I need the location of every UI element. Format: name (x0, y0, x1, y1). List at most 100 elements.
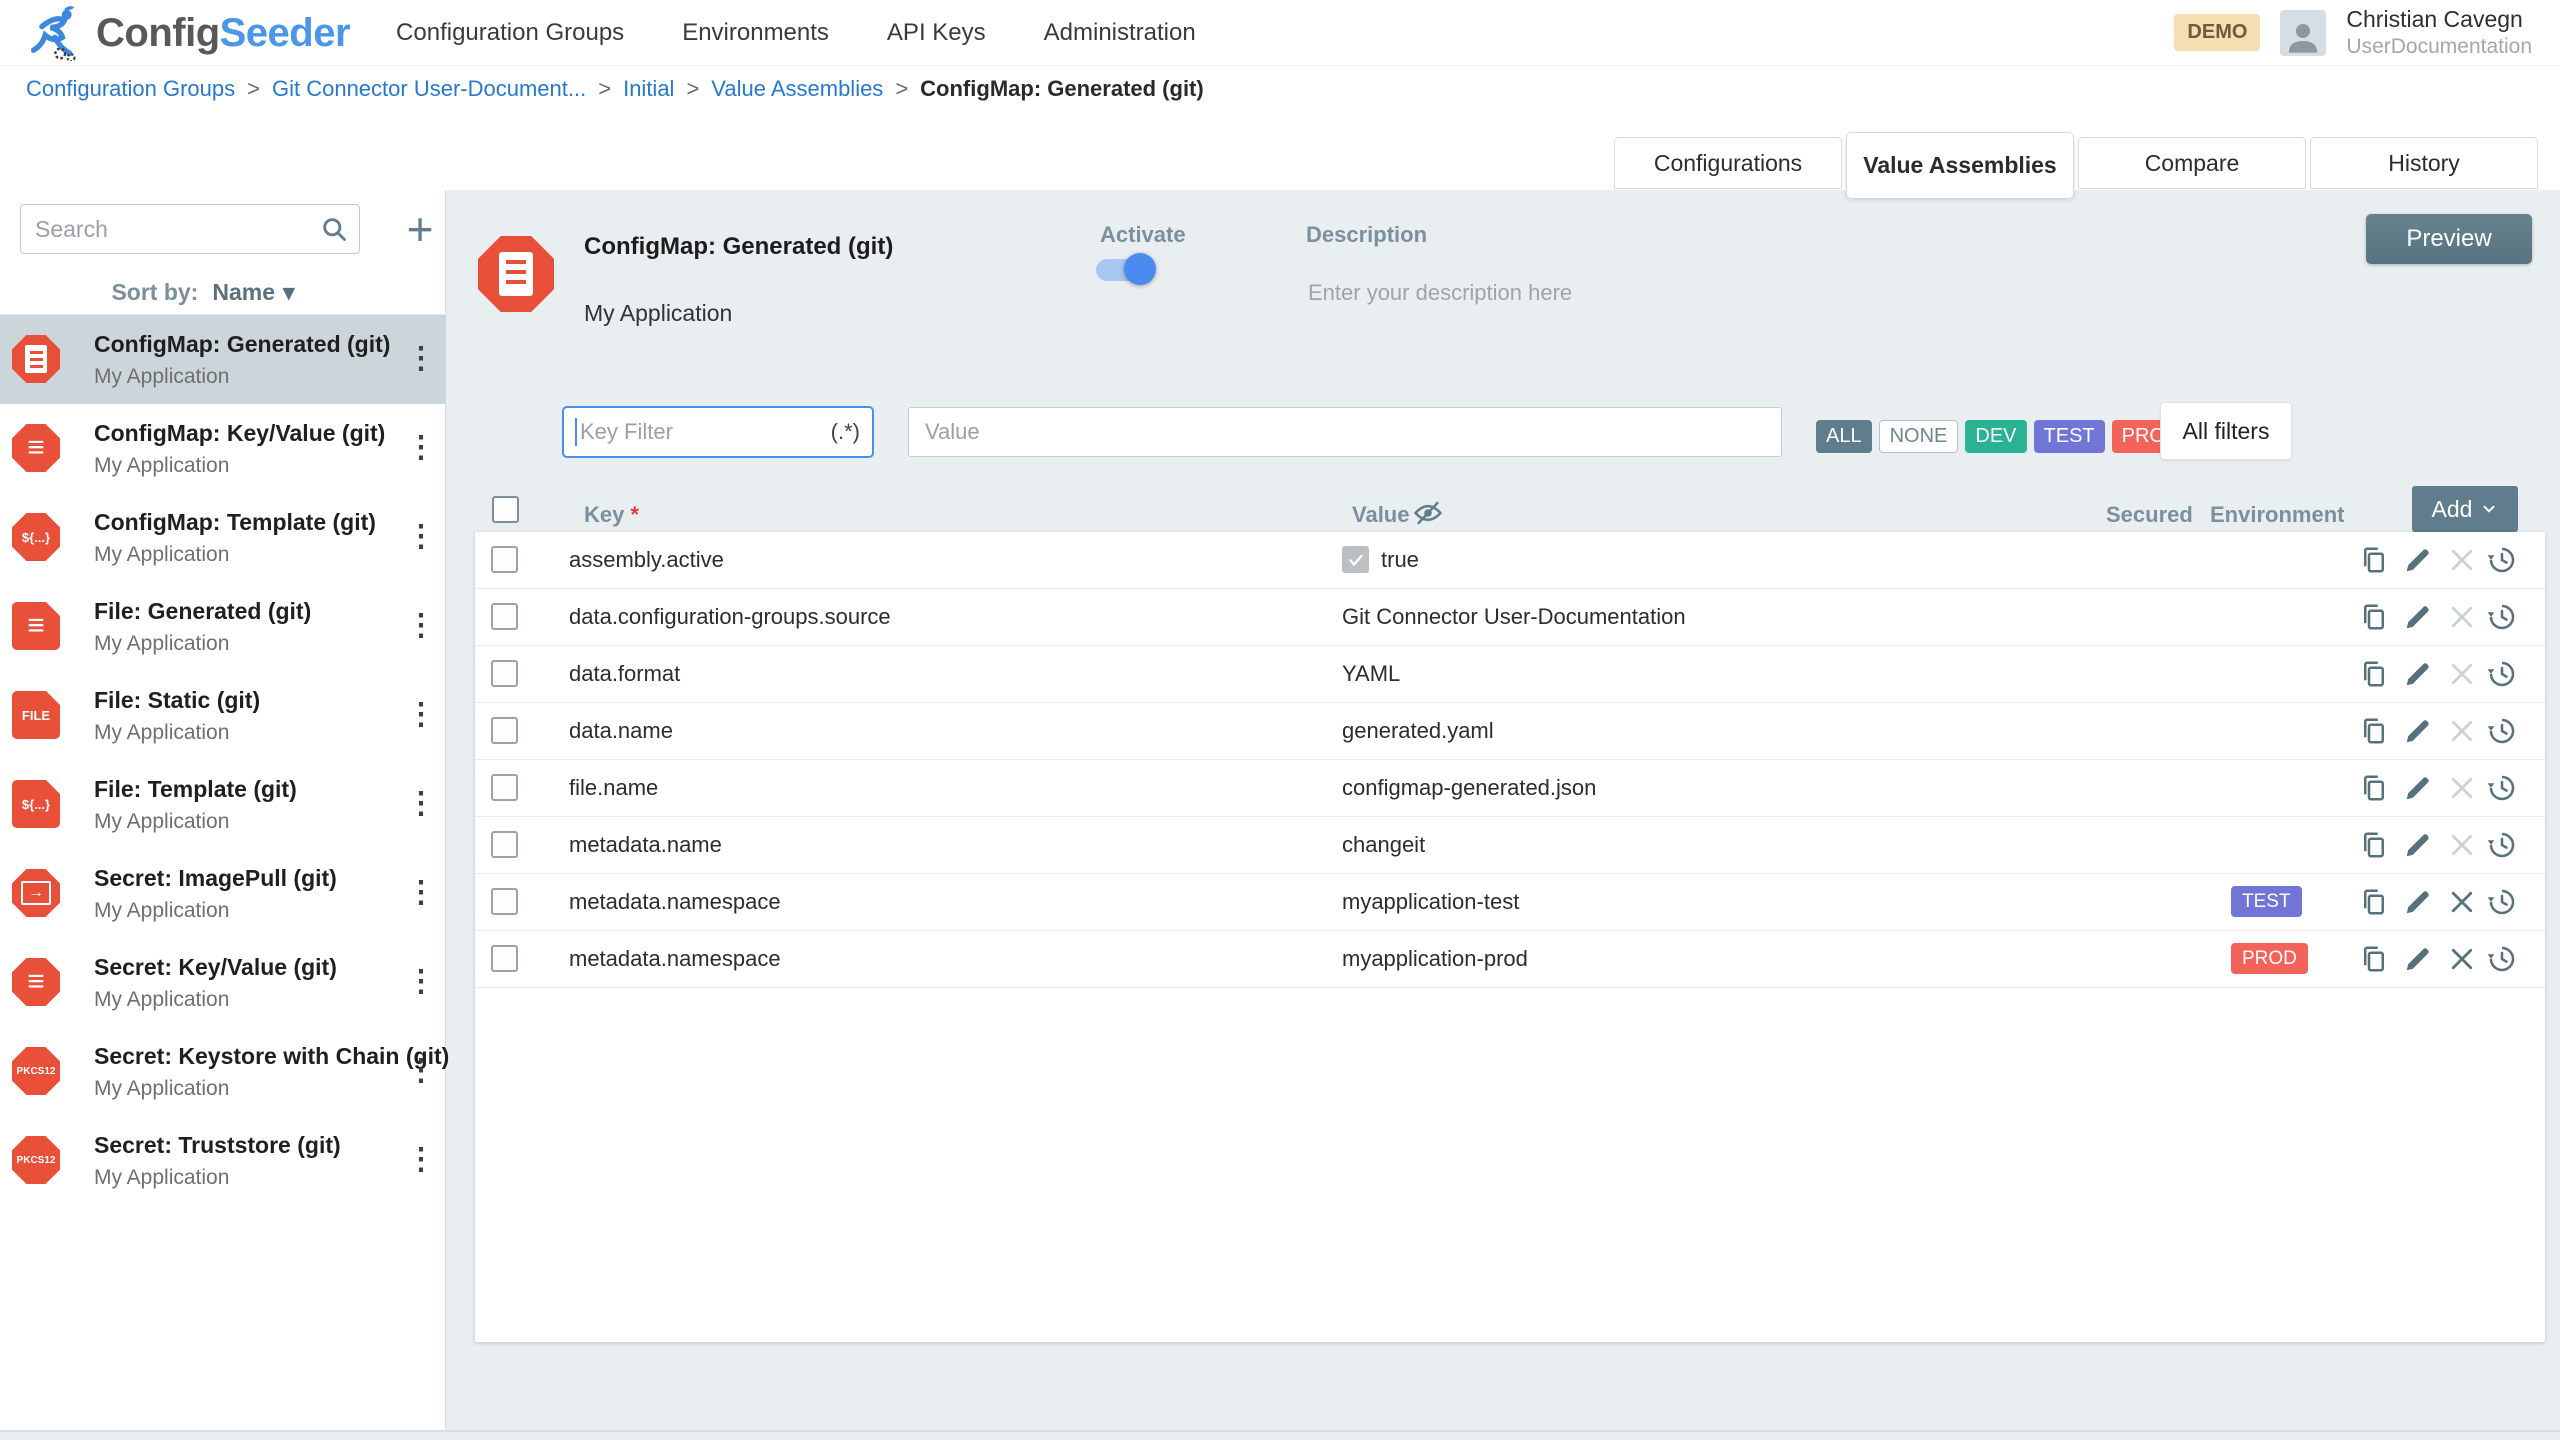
tab-compare[interactable]: Compare (2078, 137, 2306, 189)
icon-glyph: FILE (22, 708, 50, 723)
edit-icon[interactable] (2403, 944, 2433, 974)
sidebar-item-secret-keystore-with-chain[interactable]: PKCS12 Secret: Keystore with Chain (git)… (0, 1027, 446, 1116)
history-icon[interactable] (2487, 773, 2517, 803)
copy-icon[interactable] (2359, 602, 2389, 632)
sidebar-item-configmap-generated[interactable]: ConfigMap: Generated (git) My Applicatio… (0, 315, 446, 404)
history-icon[interactable] (2487, 830, 2517, 860)
sidebar-item-secret-imagepull[interactable]: → Secret: ImagePull (git) My Application… (0, 849, 446, 938)
row-checkbox[interactable] (491, 945, 518, 972)
edit-icon[interactable] (2403, 716, 2433, 746)
row-checkbox[interactable] (491, 546, 518, 573)
edit-icon[interactable] (2403, 773, 2433, 803)
sidebar-item-secret-truststore[interactable]: PKCS12 Secret: Truststore (git) My Appli… (0, 1116, 446, 1205)
edit-icon[interactable] (2403, 887, 2433, 917)
table-row: data.name generated.yaml (475, 703, 2545, 760)
add-value-assembly-button[interactable]: + (398, 204, 442, 254)
item-menu-icon[interactable]: ⋮ (406, 964, 432, 999)
description-field[interactable]: Enter your description here (1308, 280, 1572, 306)
sort-by-select[interactable]: Name▾ (212, 279, 294, 306)
hide-values-icon[interactable] (1412, 498, 1444, 528)
activate-toggle[interactable] (1096, 252, 1158, 286)
item-subtitle: My Application (94, 365, 229, 389)
item-menu-icon[interactable]: ⋮ (406, 430, 432, 465)
sidebar-item-configmap-keyvalue[interactable]: ≡ ConfigMap: Key/Value (git) My Applicat… (0, 404, 446, 493)
search-input[interactable] (20, 204, 360, 254)
env-filter-dev[interactable]: DEV (1965, 420, 2026, 453)
edit-icon[interactable] (2403, 830, 2433, 860)
all-filters-button[interactable]: All filters (2160, 402, 2292, 460)
item-title: ConfigMap: Template (git) (94, 509, 376, 536)
nav-api-keys[interactable]: API Keys (887, 19, 986, 47)
item-title: Secret: Truststore (git) (94, 1132, 341, 1159)
edit-icon[interactable] (2403, 545, 2433, 575)
add-button[interactable]: Add (2412, 486, 2518, 532)
value-assembly-list: ConfigMap: Generated (git) My Applicatio… (0, 314, 446, 1205)
preview-button[interactable]: Preview (2366, 214, 2532, 264)
row-checkbox[interactable] (491, 660, 518, 687)
sidebar-item-file-template[interactable]: ${...} File: Template (git) My Applicati… (0, 760, 446, 849)
row-checkbox[interactable] (491, 717, 518, 744)
boolean-check-icon (1342, 546, 1369, 573)
breadcrumb-value-assemblies[interactable]: Value Assemblies (711, 76, 883, 102)
env-filter-all[interactable]: ALL (1816, 420, 1872, 453)
delete-icon[interactable] (2447, 944, 2477, 974)
user-menu[interactable]: Christian Cavegn UserDocumentation (2346, 6, 2532, 59)
history-icon[interactable] (2487, 716, 2517, 746)
copy-icon[interactable] (2359, 944, 2389, 974)
edit-icon[interactable] (2403, 659, 2433, 689)
env-filter-test[interactable]: TEST (2034, 420, 2105, 453)
app-logo[interactable]: ConfigSeeder (28, 5, 350, 61)
item-menu-icon[interactable]: ⋮ (406, 875, 432, 910)
nav-environments[interactable]: Environments (682, 19, 829, 47)
item-menu-icon[interactable]: ⋮ (406, 341, 432, 376)
breadcrumb-initial[interactable]: Initial (623, 76, 674, 102)
copy-icon[interactable] (2359, 659, 2389, 689)
edit-icon[interactable] (2403, 602, 2433, 632)
item-menu-icon[interactable]: ⋮ (406, 697, 432, 732)
breadcrumb-git-connector[interactable]: Git Connector User-Document... (272, 76, 586, 102)
history-icon[interactable] (2487, 887, 2517, 917)
copy-icon[interactable] (2359, 773, 2389, 803)
history-icon[interactable] (2487, 944, 2517, 974)
search-icon[interactable] (320, 215, 348, 243)
select-all-checkbox[interactable] (492, 496, 519, 523)
row-checkbox[interactable] (491, 603, 518, 630)
item-title: File: Generated (git) (94, 598, 311, 625)
sidebar-item-secret-keyvalue[interactable]: ≡ Secret: Key/Value (git) My Application… (0, 938, 446, 1027)
sidebar-item-configmap-template[interactable]: ${...} ConfigMap: Template (git) My Appl… (0, 493, 446, 582)
row-checkbox[interactable] (491, 774, 518, 801)
description-label: Description (1306, 222, 1427, 248)
nav-administration[interactable]: Administration (1044, 19, 1196, 47)
history-icon[interactable] (2487, 545, 2517, 575)
delete-icon[interactable] (2447, 887, 2477, 917)
sidebar-item-file-static[interactable]: FILE File: Static (git) My Application ⋮ (0, 671, 446, 760)
copy-icon[interactable] (2359, 830, 2389, 860)
item-menu-icon[interactable]: ⋮ (406, 786, 432, 821)
user-avatar[interactable] (2280, 10, 2326, 56)
row-checkbox[interactable] (491, 888, 518, 915)
item-title: ConfigMap: Key/Value (git) (94, 420, 385, 447)
item-menu-icon[interactable]: ⋮ (406, 608, 432, 643)
copy-icon[interactable] (2359, 545, 2389, 575)
user-name: Christian Cavegn (2346, 6, 2532, 34)
key-filter-input[interactable] (562, 406, 874, 458)
tab-value-assemblies[interactable]: Value Assemblies (1846, 132, 2074, 198)
tab-configurations[interactable]: Configurations (1614, 137, 1842, 189)
item-menu-icon[interactable]: ⋮ (406, 1053, 432, 1088)
history-icon[interactable] (2487, 659, 2517, 689)
row-checkbox[interactable] (491, 831, 518, 858)
value-filter-input[interactable] (908, 407, 1782, 457)
env-filter-none[interactable]: NONE (1879, 420, 1959, 453)
nav-configuration-groups[interactable]: Configuration Groups (396, 19, 624, 47)
breadcrumb-configuration-groups[interactable]: Configuration Groups (26, 76, 235, 102)
copy-icon[interactable] (2359, 887, 2389, 917)
row-value: Git Connector User-Documentation (1342, 589, 1686, 645)
tab-history[interactable]: History (2310, 137, 2538, 189)
delete-icon (2447, 659, 2477, 689)
copy-icon[interactable] (2359, 716, 2389, 746)
item-menu-icon[interactable]: ⋮ (406, 519, 432, 554)
sidebar-item-file-generated[interactable]: ≡ File: Generated (git) My Application ⋮ (0, 582, 446, 671)
item-menu-icon[interactable]: ⋮ (406, 1142, 432, 1177)
delete-icon (2447, 545, 2477, 575)
history-icon[interactable] (2487, 602, 2517, 632)
